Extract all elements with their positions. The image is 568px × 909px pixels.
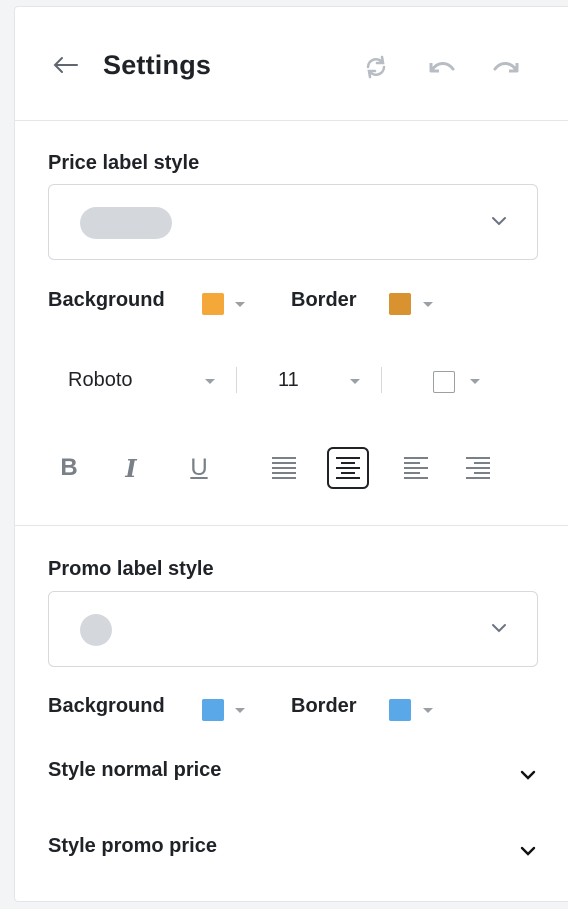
settings-panel: Settings Price label style Background Bo… — [14, 6, 568, 902]
separator — [381, 367, 382, 393]
page-title: Settings — [103, 50, 212, 80]
settings-header: Settings — [15, 7, 568, 121]
style-normal-price-toggle[interactable]: Style normal price — [48, 755, 538, 791]
promo-label-style-title: Promo label style — [48, 558, 214, 580]
back-arrow-icon[interactable] — [51, 51, 79, 79]
text-format-toolbar: B I U — [48, 445, 528, 491]
border-color-swatch[interactable] — [389, 293, 411, 315]
caret-down-icon[interactable] — [423, 708, 433, 713]
font-family-select[interactable]: Roboto — [68, 369, 133, 392]
background-label: Background — [48, 695, 165, 717]
pill-shape-preview — [80, 207, 172, 239]
chevron-down-icon — [492, 624, 506, 633]
price-label-shape-select[interactable] — [48, 184, 538, 260]
chevron-down-icon — [520, 846, 536, 856]
style-promo-price-label: Style promo price — [48, 835, 217, 857]
align-right-icon[interactable] — [457, 447, 499, 489]
caret-down-icon[interactable] — [350, 379, 360, 384]
caret-down-icon[interactable] — [235, 708, 245, 713]
style-normal-price-label: Style normal price — [48, 759, 222, 781]
bold-letter: B — [60, 454, 78, 481]
price-label-style-title: Price label style — [48, 152, 200, 174]
align-justify-icon[interactable] — [263, 447, 305, 489]
border-label: Border — [291, 289, 357, 311]
font-size-select[interactable]: 11 — [278, 369, 299, 392]
border-color-swatch[interactable] — [389, 699, 411, 721]
align-left-icon[interactable] — [395, 447, 437, 489]
promo-label-shape-select[interactable] — [48, 591, 538, 667]
refresh-icon[interactable] — [359, 53, 393, 81]
border-label: Border — [291, 695, 357, 717]
circle-shape-preview — [80, 614, 112, 646]
caret-down-icon[interactable] — [235, 302, 245, 307]
redo-icon[interactable] — [489, 53, 523, 81]
align-center-icon[interactable] — [327, 447, 369, 489]
underline-letter: U — [190, 454, 208, 481]
background-color-swatch[interactable] — [202, 699, 224, 721]
text-color-swatch[interactable] — [433, 371, 455, 393]
separator — [236, 367, 237, 393]
undo-icon[interactable] — [425, 53, 459, 81]
chevron-down-icon — [520, 770, 536, 780]
italic-icon[interactable]: I — [110, 447, 152, 489]
chevron-down-icon — [492, 217, 506, 226]
caret-down-icon[interactable] — [205, 379, 215, 384]
section-divider — [15, 525, 568, 526]
caret-down-icon[interactable] — [423, 302, 433, 307]
background-label: Background — [48, 289, 165, 311]
font-settings-row: Roboto 11 — [48, 363, 528, 403]
caret-down-icon[interactable] — [470, 379, 480, 384]
underline-icon[interactable]: U — [178, 447, 220, 489]
background-color-swatch[interactable] — [202, 293, 224, 315]
bold-icon[interactable]: B — [48, 447, 90, 489]
style-promo-price-toggle[interactable]: Style promo price — [48, 831, 538, 867]
price-color-row: Background Border — [48, 289, 528, 319]
promo-color-row: Background Border — [48, 695, 528, 725]
italic-letter: I — [125, 453, 137, 483]
